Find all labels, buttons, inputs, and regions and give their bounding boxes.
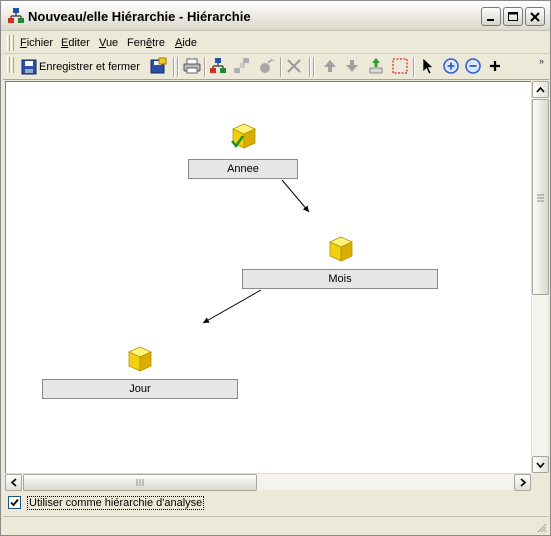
scroll-left-icon <box>10 478 17 487</box>
node-jour[interactable]: Jour <box>42 379 238 399</box>
menu-fenetre-rest: tre <box>152 37 165 49</box>
menu-fichier[interactable]: Fichier <box>20 37 53 49</box>
menu-fenetre[interactable]: Fenêtre <box>127 37 165 49</box>
hierarchy-disabled-icon <box>234 58 249 73</box>
delete-icon <box>287 59 301 73</box>
move-up-icon <box>324 60 336 72</box>
menu-editer[interactable]: Editer <box>61 37 90 49</box>
print-icon[interactable] <box>183 57 201 75</box>
menu-editer-rest: diter <box>68 37 90 49</box>
save-and-close-button[interactable]: Enregistrer et fermer <box>19 57 147 77</box>
menu-vue-mnemonic: V <box>99 37 106 49</box>
edge-annee-mois <box>281 179 310 213</box>
toolbar-overflow-chevron[interactable]: » <box>539 56 544 66</box>
cube-icon[interactable] <box>127 345 153 373</box>
save-icon <box>21 59 37 75</box>
toolbar: Enregistrer et fermer » <box>3 54 549 80</box>
selection-rect-icon[interactable] <box>391 57 409 75</box>
hierarchy-window: Nouveau/elle Hiérarchie - Hiérarchie Fic… <box>0 0 551 536</box>
toolbar-separator <box>313 57 315 77</box>
toolbar-separator <box>177 57 179 77</box>
scroll-right-button[interactable] <box>514 474 531 491</box>
menu-aide[interactable]: Aide <box>175 37 197 49</box>
scroll-up-button[interactable] <box>532 81 549 98</box>
cube-checked-icon[interactable] <box>231 122 257 150</box>
close-icon <box>530 12 540 22</box>
analysis-hierarchy-checkbox[interactable] <box>8 496 21 509</box>
scrollbar-corner <box>531 473 548 490</box>
menu-vue-rest: ue <box>105 37 119 49</box>
analysis-hierarchy-label[interactable]: Utiliser comme hiérarchie d'analyse <box>27 496 205 510</box>
menu-grip[interactable] <box>7 35 10 51</box>
horizontal-scrollbar[interactable] <box>5 473 531 491</box>
zoom-in-icon[interactable] <box>442 57 460 75</box>
toolbar-separator <box>280 57 282 77</box>
maximize-button[interactable] <box>503 7 523 26</box>
scroll-down-icon <box>536 462 545 469</box>
node-mois[interactable]: Mois <box>242 269 438 289</box>
pointer-icon[interactable] <box>419 57 437 75</box>
menu-grip-2 <box>11 35 14 51</box>
add-level-icon[interactable] <box>367 57 385 75</box>
window-title: Nouveau/elle Hiérarchie - Hiérarchie <box>28 9 251 24</box>
horizontal-scroll-thumb[interactable] <box>23 474 257 491</box>
status-bar <box>3 516 549 535</box>
vertical-scrollbar[interactable] <box>531 81 549 473</box>
checkmark-icon <box>10 498 19 507</box>
menu-vue[interactable]: Vue <box>99 37 118 49</box>
save-and-close-label: Enregistrer et fermer <box>39 61 140 73</box>
options-panel: Utiliser comme hiérarchie d'analyse <box>3 491 549 515</box>
toolbar-separator <box>173 57 175 77</box>
close-button[interactable] <box>525 7 545 26</box>
resize-grip-icon[interactable] <box>535 521 547 533</box>
hierarchy-app-icon <box>8 8 24 23</box>
minimize-button[interactable] <box>481 7 501 26</box>
node-annee[interactable]: Annee <box>188 159 298 179</box>
scroll-right-icon <box>520 478 527 487</box>
menu-aide-rest: ide <box>182 37 198 49</box>
grip-lines-icon <box>136 479 144 486</box>
vertical-scroll-thumb[interactable] <box>532 99 549 295</box>
minimize-icon <box>487 19 494 21</box>
menu-fichier-rest: ichier <box>26 37 54 49</box>
toolbar-separator <box>309 57 311 77</box>
toolbar-grip[interactable] <box>7 57 10 73</box>
edge-mois-jour <box>202 289 262 324</box>
plus-icon[interactable] <box>486 57 504 75</box>
toolbar-separator <box>413 57 415 77</box>
scroll-left-button[interactable] <box>5 474 22 491</box>
hierarchy-icon[interactable] <box>209 57 227 75</box>
save-as-icon[interactable] <box>149 57 167 75</box>
toolbar-grip-2 <box>11 57 14 73</box>
move-down-icon <box>346 60 358 72</box>
toolbar-separator <box>204 57 206 77</box>
scroll-up-icon <box>536 86 545 93</box>
grip-lines-icon <box>537 194 544 202</box>
cube-icon[interactable] <box>328 235 354 263</box>
menu-fichier-mnemonic: F <box>20 37 27 49</box>
menu-fenetre-pre: Fen <box>127 37 146 49</box>
bomb-icon <box>260 57 275 73</box>
menu-bar: Fichier Editer Vue Fenêtre Aide <box>3 32 549 54</box>
zoom-out-icon[interactable] <box>464 57 482 75</box>
maximize-icon <box>508 12 518 21</box>
hierarchy-canvas[interactable]: Annee Mois Jour <box>5 81 531 473</box>
scroll-down-button[interactable] <box>532 456 549 473</box>
title-bar[interactable]: Nouveau/elle Hiérarchie - Hiérarchie <box>1 1 550 31</box>
